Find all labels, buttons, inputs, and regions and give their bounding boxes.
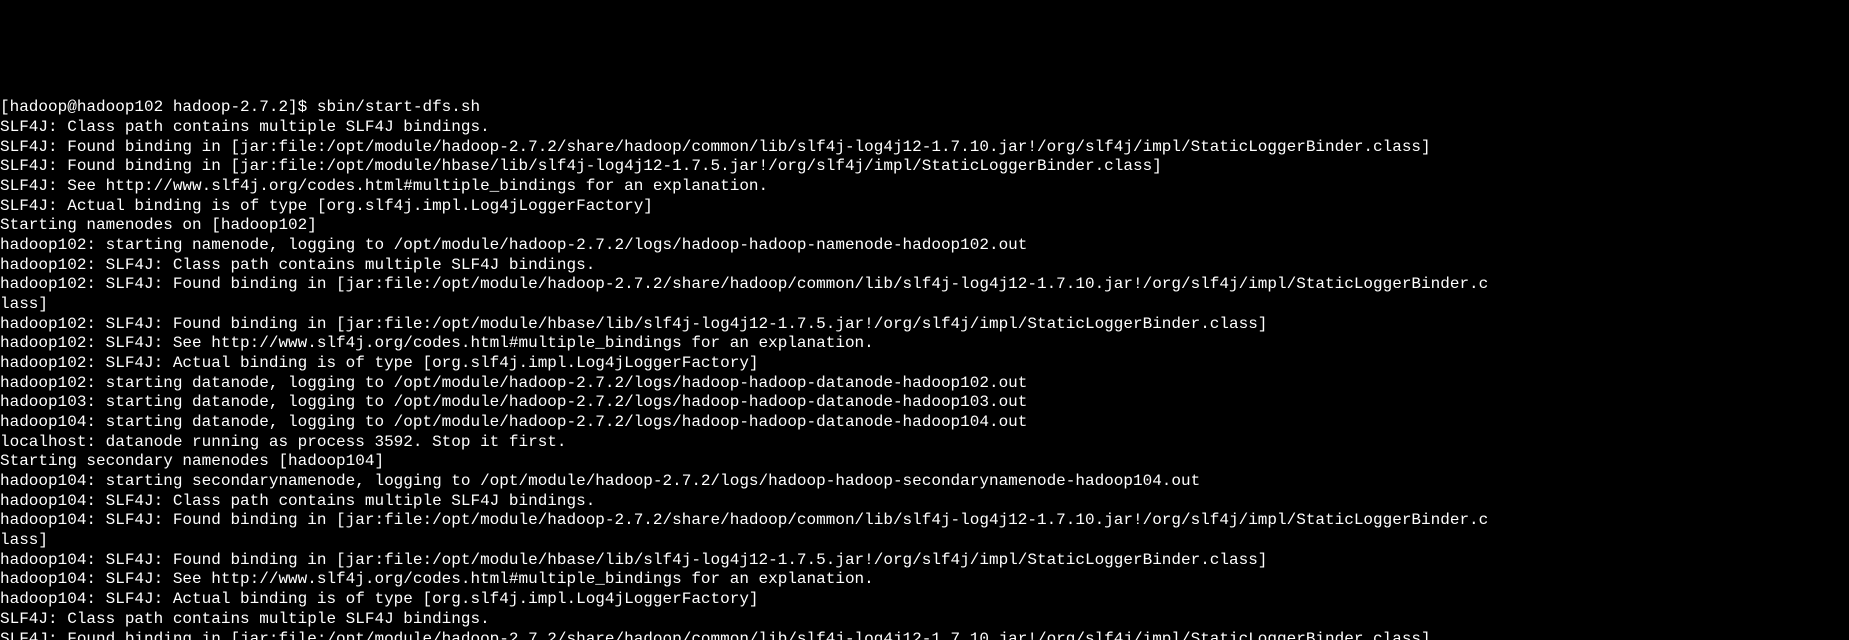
terminal-line: hadoop104: SLF4J: Class path contains mu… [0,492,1849,512]
terminal-line: SLF4J: Class path contains multiple SLF4… [0,118,1849,138]
terminal-line: SLF4J: Found binding in [jar:file:/opt/m… [0,157,1849,177]
terminal-line: hadoop103: starting datanode, logging to… [0,393,1849,413]
terminal-line: lass] [0,295,1849,315]
terminal-line: hadoop102: SLF4J: Actual binding is of t… [0,354,1849,374]
terminal-line: hadoop102: SLF4J: Found binding in [jar:… [0,315,1849,335]
terminal-line: localhost: datanode running as process 3… [0,433,1849,453]
terminal-line: [hadoop@hadoop102 hadoop-2.7.2]$ sbin/st… [0,98,1849,118]
terminal-line: Starting secondary namenodes [hadoop104] [0,452,1849,472]
terminal-line: SLF4J: Found binding in [jar:file:/opt/m… [0,630,1849,640]
terminal-line: Starting namenodes on [hadoop102] [0,216,1849,236]
terminal-line: SLF4J: Actual binding is of type [org.sl… [0,197,1849,217]
terminal-line: hadoop104: starting datanode, logging to… [0,413,1849,433]
terminal-line: hadoop104: SLF4J: Found binding in [jar:… [0,511,1849,531]
terminal-line: hadoop102: SLF4J: Found binding in [jar:… [0,275,1849,295]
terminal-line: hadoop104: starting secondarynamenode, l… [0,472,1849,492]
terminal-line: hadoop104: SLF4J: Actual binding is of t… [0,590,1849,610]
terminal-line: hadoop102: SLF4J: See http://www.slf4j.o… [0,334,1849,354]
terminal-line: lass] [0,531,1849,551]
terminal-line: hadoop102: SLF4J: Class path contains mu… [0,256,1849,276]
terminal-line: hadoop104: SLF4J: Found binding in [jar:… [0,551,1849,571]
terminal-line: SLF4J: See http://www.slf4j.org/codes.ht… [0,177,1849,197]
terminal-line: hadoop102: starting namenode, logging to… [0,236,1849,256]
terminal-line: SLF4J: Found binding in [jar:file:/opt/m… [0,138,1849,158]
terminal-output[interactable]: [hadoop@hadoop102 hadoop-2.7.2]$ sbin/st… [0,98,1849,640]
terminal-line: hadoop104: SLF4J: See http://www.slf4j.o… [0,570,1849,590]
terminal-line: hadoop102: starting datanode, logging to… [0,374,1849,394]
